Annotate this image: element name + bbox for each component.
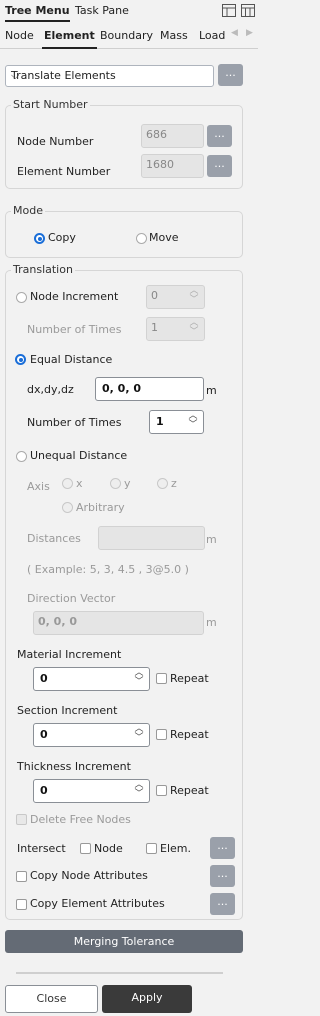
times-spinner-2[interactable]: ︿ ﹀: [187, 412, 199, 430]
times-spinner-1: ︿ ﹀: [189, 318, 199, 337]
element-number-label: Element Number: [17, 165, 111, 178]
section-repeat-label: Repeat: [170, 728, 209, 741]
axis-x-label: x: [76, 477, 83, 490]
tab-tree-menu[interactable]: Tree Menu: [5, 4, 70, 22]
copy-element-attributes-label: Copy Element Attributes: [30, 897, 165, 910]
times-label-1: Number of Times: [27, 323, 122, 336]
copy-element-attributes-button[interactable]: ...: [210, 893, 235, 915]
function-options-button[interactable]: ...: [218, 64, 243, 86]
copy-node-attributes-checkbox[interactable]: [16, 871, 27, 882]
intersect-elem-checkbox[interactable]: [146, 843, 157, 854]
element-number-field: 1680: [141, 154, 204, 178]
direction-vector-label: Direction Vector: [27, 592, 116, 605]
intersect-elem-label: Elem.: [160, 842, 191, 855]
delete-free-nodes-label: Delete Free Nodes: [30, 813, 131, 826]
axis-arbitrary-label: Arbitrary: [76, 501, 125, 514]
intersect-label: Intersect: [17, 842, 66, 855]
axis-label: Axis: [27, 480, 50, 493]
material-increment-input[interactable]: 0 ︿ ﹀: [33, 667, 150, 691]
dxdydz-input[interactable]: 0, 0, 0: [95, 377, 204, 401]
copy-node-attributes-button[interactable]: ...: [210, 865, 235, 887]
tab-mass[interactable]: Mass: [160, 29, 188, 42]
merging-tolerance-button[interactable]: Merging Tolerance: [5, 930, 243, 953]
tab-load[interactable]: Load: [199, 29, 225, 42]
top-tab-bar: Tree Menu Task Pane: [0, 0, 258, 23]
times-field-1: 1 ︿ ﹀: [146, 317, 205, 341]
mode-title: Mode: [11, 204, 45, 217]
unequal-distance-radio[interactable]: [16, 451, 27, 462]
node-number-field: 686: [141, 124, 204, 148]
tab-node[interactable]: Node: [5, 29, 34, 42]
tab-element[interactable]: Element: [42, 29, 97, 49]
intersect-node-checkbox[interactable]: [80, 843, 91, 854]
unequal-distance-label: Unequal Distance: [30, 449, 128, 462]
divider: [16, 972, 223, 974]
axis-y-label: y: [124, 477, 131, 490]
node-increment-radio[interactable]: [16, 292, 27, 303]
element-number-options-button[interactable]: ...: [207, 155, 232, 177]
thickness-increment-input[interactable]: 0 ︿ ﹀: [33, 779, 150, 803]
equal-distance-radio[interactable]: [15, 354, 26, 365]
single-panel-icon[interactable]: [222, 4, 236, 17]
dxdydz-label: dx,dy,dz: [27, 383, 74, 396]
node-increment-spinner: ︿ ﹀: [189, 286, 199, 305]
node-increment-field: 0 ︿ ﹀: [146, 285, 205, 309]
axis-z-radio[interactable]: [157, 478, 168, 489]
tab-boundary[interactable]: Boundary: [100, 29, 153, 42]
distances-unit: m: [206, 533, 217, 546]
material-increment-spinner[interactable]: ︿ ﹀: [133, 669, 145, 687]
section-increment-input[interactable]: 0 ︿ ﹀: [33, 723, 150, 747]
direction-vector-unit: m: [206, 616, 217, 629]
start-number-title: Start Number: [11, 98, 90, 111]
times-input-2[interactable]: 1 ︿ ﹀: [149, 410, 204, 434]
mode-move-label: Move: [149, 231, 179, 244]
node-number-label: Node Number: [17, 135, 94, 148]
direction-vector-field: 0, 0, 0: [33, 611, 204, 635]
translation-title: Translation: [11, 263, 75, 276]
example-text: ( Example: 5, 3, 4.5 , 3@5.0 ): [27, 563, 189, 576]
distances-field: [98, 526, 205, 550]
mode-move-radio[interactable]: [136, 233, 147, 244]
material-increment-label: Material Increment: [17, 648, 122, 661]
function-tab-bar: Node Element Boundary Mass Load ◀ ▶: [0, 22, 258, 49]
axis-x-radio[interactable]: [62, 478, 73, 489]
axis-y-radio[interactable]: [110, 478, 121, 489]
thickness-repeat-label: Repeat: [170, 784, 209, 797]
dxdydz-unit: m: [206, 384, 217, 397]
intersect-node-label: Node: [94, 842, 123, 855]
axis-z-label: z: [171, 477, 177, 490]
chevron-down-icon: ⌵: [11, 69, 20, 82]
copy-element-attributes-checkbox[interactable]: [16, 899, 27, 910]
material-repeat-label: Repeat: [170, 672, 209, 685]
close-button[interactable]: Close: [5, 985, 98, 1013]
section-increment-spinner[interactable]: ︿ ﹀: [133, 725, 145, 743]
thickness-repeat-checkbox[interactable]: [156, 785, 167, 796]
thickness-increment-label: Thickness Increment: [17, 760, 131, 773]
times-label-2: Number of Times: [27, 416, 122, 429]
equal-distance-label: Equal Distance: [30, 353, 113, 366]
apply-button[interactable]: Apply: [102, 985, 192, 1013]
node-increment-label: Node Increment: [30, 290, 119, 303]
node-number-options-button[interactable]: ...: [207, 125, 232, 147]
copy-node-attributes-label: Copy Node Attributes: [30, 869, 148, 882]
distances-label: Distances: [27, 532, 81, 545]
chevron-right-icon[interactable]: ▶: [246, 28, 253, 38]
axis-arbitrary-radio[interactable]: [62, 502, 73, 513]
mode-copy-label: Copy: [48, 231, 76, 244]
section-repeat-checkbox[interactable]: [156, 729, 167, 740]
section-increment-label: Section Increment: [17, 704, 118, 717]
thickness-increment-spinner[interactable]: ︿ ﹀: [133, 781, 145, 799]
material-repeat-checkbox[interactable]: [156, 673, 167, 684]
chevron-left-icon[interactable]: ◀: [231, 28, 238, 38]
mode-copy-radio[interactable]: [34, 233, 45, 244]
intersect-options-button[interactable]: ...: [210, 837, 235, 859]
function-dropdown[interactable]: Translate Elements ⌵: [5, 65, 214, 87]
tab-task-pane[interactable]: Task Pane: [75, 4, 129, 17]
delete-free-nodes-checkbox[interactable]: [16, 814, 27, 825]
split-panel-icon[interactable]: [241, 4, 255, 17]
